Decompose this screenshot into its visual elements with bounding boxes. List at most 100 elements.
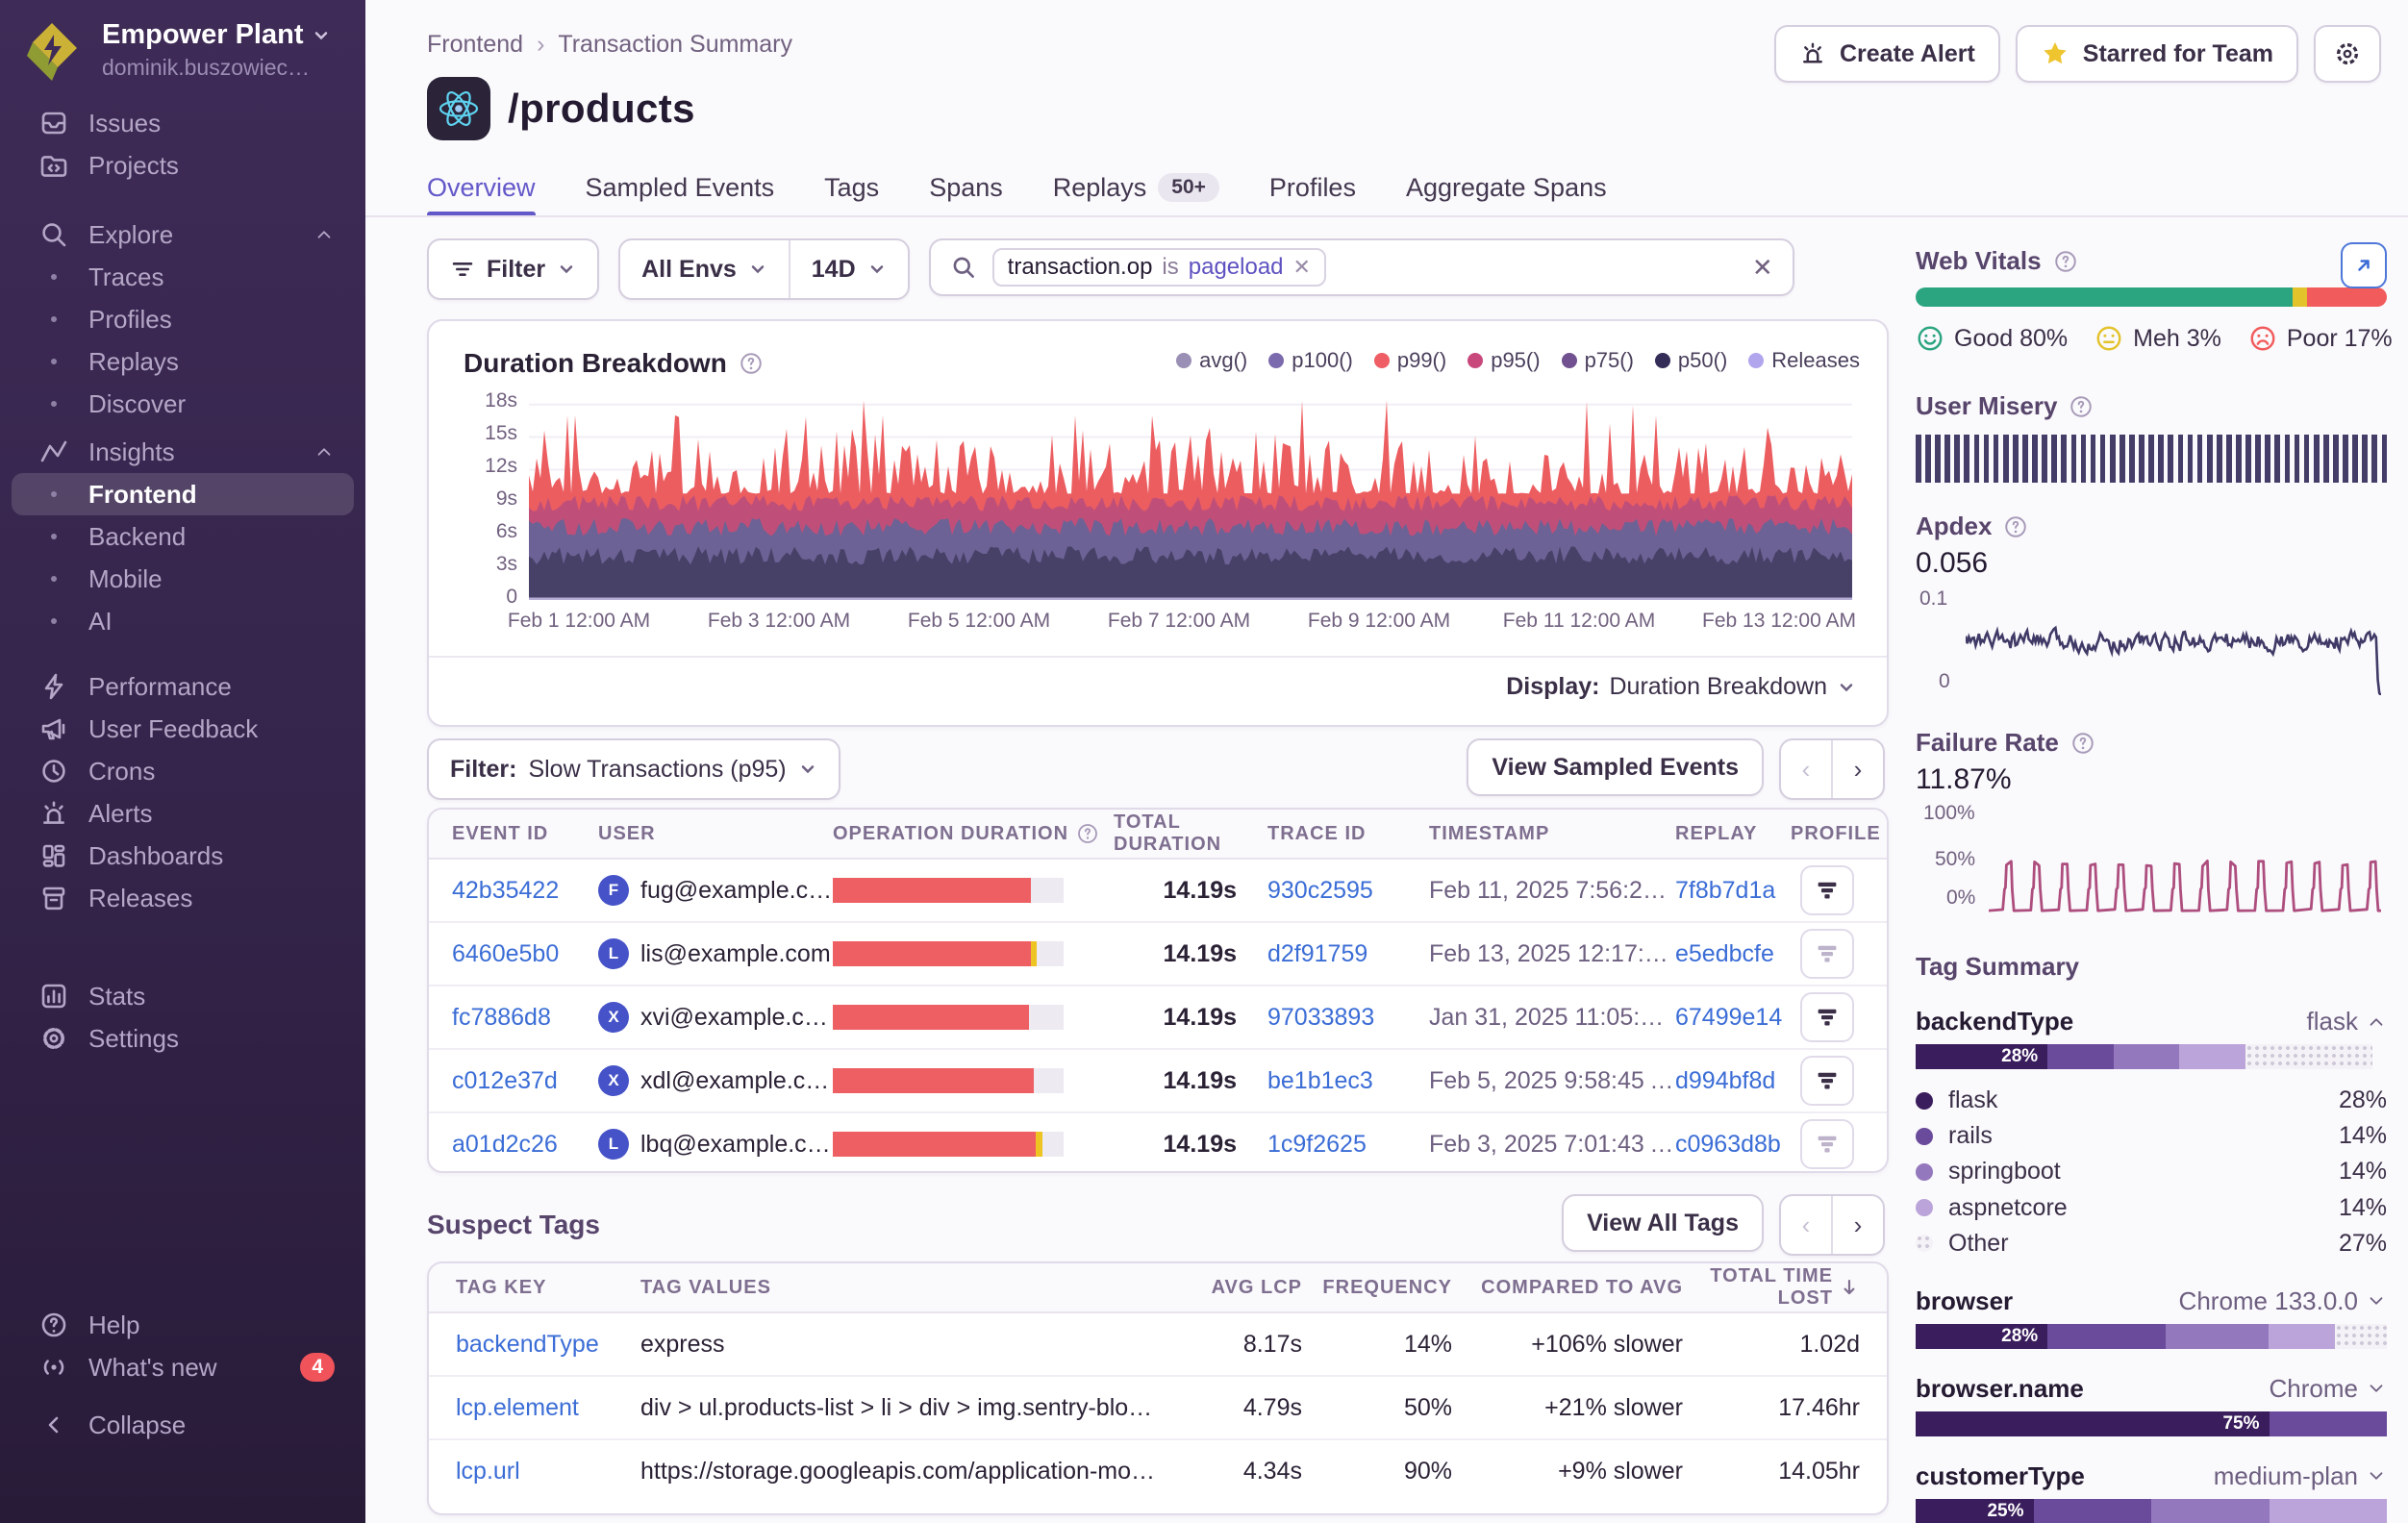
environment-selector[interactable]: All Envs: [620, 240, 789, 298]
help-circle-icon[interactable]: [2069, 394, 2094, 419]
token-remove-icon[interactable]: ✕: [1293, 255, 1311, 280]
profile-button[interactable]: [1800, 865, 1854, 915]
prev-page-button[interactable]: ‹: [1781, 740, 1831, 798]
next-page-button[interactable]: ›: [1831, 740, 1883, 798]
sort-total-time-lost[interactable]: TOTAL TIME LOST: [1683, 1265, 1860, 1310]
tab-overview[interactable]: Overview: [427, 162, 536, 213]
sidebar-item-projects[interactable]: Projects: [12, 144, 354, 187]
event-id-link[interactable]: c012e37d: [452, 1067, 598, 1095]
display-selector[interactable]: Display: Duration Breakdown: [1506, 673, 1856, 701]
profile-button[interactable]: [1800, 929, 1854, 979]
sidebar-item-mobile[interactable]: Mobile: [12, 558, 354, 600]
tab-tags[interactable]: Tags: [824, 162, 879, 213]
sidebar-item-explore[interactable]: Explore: [12, 213, 354, 256]
trace-id-link[interactable]: 1c9f2625: [1267, 1131, 1429, 1159]
tag-legend-row[interactable]: springboot14%: [1916, 1154, 2387, 1189]
help-circle-icon[interactable]: [2003, 514, 2028, 539]
replay-link[interactable]: c0963d8b: [1675, 1131, 1791, 1159]
open-web-vitals-button[interactable]: [2341, 242, 2387, 288]
event-id-link[interactable]: 6460e5b0: [452, 940, 598, 968]
tag-value-selector[interactable]: Chrome 133.0.0: [2179, 1286, 2387, 1316]
breadcrumb-frontend[interactable]: Frontend: [427, 31, 523, 59]
sidebar-item-what-s-new[interactable]: What's new4: [12, 1346, 354, 1388]
sidebar-item-collapse[interactable]: Collapse: [12, 1404, 354, 1446]
starred-for-team-button[interactable]: Starred for Team: [2016, 25, 2298, 83]
tag-key-link[interactable]: lcp.url: [456, 1458, 640, 1486]
legend-item-p75[interactable]: p75(): [1562, 348, 1634, 373]
tag-legend-row[interactable]: rails14%: [1916, 1118, 2387, 1154]
sidebar-item-settings[interactable]: Settings: [12, 1017, 354, 1060]
help-circle-icon[interactable]: [739, 351, 764, 376]
profile-button[interactable]: [1800, 1119, 1854, 1169]
replay-link[interactable]: d994bf8d: [1675, 1067, 1791, 1095]
sidebar-item-stats[interactable]: Stats: [12, 975, 354, 1017]
sidebar-item-user-feedback[interactable]: User Feedback: [12, 708, 354, 750]
sidebar-item-releases[interactable]: Releases: [12, 877, 354, 919]
legend-item-p50[interactable]: p50(): [1655, 348, 1727, 373]
trace-id-link[interactable]: 97033893: [1267, 1004, 1429, 1032]
tab-sampled-events[interactable]: Sampled Events: [586, 162, 775, 213]
legend-item-releases[interactable]: Releases: [1748, 348, 1860, 373]
sidebar-item-profiles[interactable]: Profiles: [12, 298, 354, 340]
tag-distribution-bar[interactable]: 25%: [1916, 1499, 2387, 1523]
legend-item-p100[interactable]: p100(): [1268, 348, 1353, 373]
org-switcher[interactable]: Empower Plant dominik.buszowiec…: [19, 19, 350, 85]
search-token[interactable]: transaction.op is pageload ✕: [992, 248, 1326, 287]
tag-legend-row[interactable]: aspnetcore14%: [1916, 1190, 2387, 1226]
search-input[interactable]: transaction.op is pageload ✕ ✕: [929, 238, 1794, 296]
help-circle-icon[interactable]: [2053, 249, 2078, 274]
settings-gear-button[interactable]: [2314, 25, 2381, 83]
sidebar-item-traces[interactable]: Traces: [12, 256, 354, 298]
legend-item-p99[interactable]: p99(): [1374, 348, 1446, 373]
trace-id-link[interactable]: be1b1ec3: [1267, 1067, 1429, 1095]
tag-value-selector[interactable]: flask: [2307, 1007, 2387, 1036]
replay-link[interactable]: e5edbcfe: [1675, 940, 1791, 968]
sidebar-item-frontend[interactable]: Frontend: [12, 473, 354, 515]
help-circle-icon[interactable]: [1076, 822, 1099, 845]
view-all-tags-button[interactable]: View All Tags: [1562, 1194, 1764, 1252]
filter-dropdown[interactable]: Filter: [427, 238, 599, 300]
sidebar-item-ai[interactable]: AI: [12, 600, 354, 642]
sidebar-item-performance[interactable]: Performance: [12, 665, 354, 708]
prev-page-button[interactable]: ‹: [1781, 1196, 1831, 1254]
view-sampled-events-button[interactable]: View Sampled Events: [1467, 738, 1764, 796]
tab-aggregate-spans[interactable]: Aggregate Spans: [1406, 162, 1607, 213]
legend-item-avg[interactable]: avg(): [1176, 348, 1247, 373]
legend-item-p95[interactable]: p95(): [1467, 348, 1540, 373]
sidebar-item-backend[interactable]: Backend: [12, 515, 354, 558]
tab-spans[interactable]: Spans: [929, 162, 1003, 213]
sidebar-item-alerts[interactable]: Alerts: [12, 792, 354, 835]
sidebar-item-issues[interactable]: Issues: [12, 102, 354, 144]
tag-value-selector[interactable]: medium-plan: [2214, 1461, 2387, 1491]
tag-distribution-bar[interactable]: 75%: [1916, 1411, 2387, 1436]
tag-value-selector[interactable]: Chrome: [2270, 1374, 2387, 1404]
date-range-selector[interactable]: 14D: [790, 240, 908, 298]
tag-legend-row[interactable]: Other27%: [1916, 1226, 2387, 1261]
sidebar-item-discover[interactable]: Discover: [12, 383, 354, 425]
tag-key-link[interactable]: lcp.element: [456, 1394, 640, 1422]
next-page-button[interactable]: ›: [1831, 1196, 1883, 1254]
sidebar-item-replays[interactable]: Replays: [12, 340, 354, 383]
trace-id-link[interactable]: 930c2595: [1267, 877, 1429, 905]
profile-button[interactable]: [1800, 992, 1854, 1042]
replay-link[interactable]: 67499e14: [1675, 1004, 1791, 1032]
tab-profiles[interactable]: Profiles: [1269, 162, 1356, 213]
sidebar-item-help[interactable]: Help: [12, 1304, 354, 1346]
profile-button[interactable]: [1800, 1056, 1854, 1106]
event-id-link[interactable]: 42b35422: [452, 877, 598, 905]
create-alert-button[interactable]: Create Alert: [1774, 25, 2000, 83]
sidebar-item-dashboards[interactable]: Dashboards: [12, 835, 354, 877]
tag-key-link[interactable]: backendType: [456, 1331, 640, 1359]
event-id-link[interactable]: a01d2c26: [452, 1131, 598, 1159]
help-circle-icon[interactable]: [2070, 731, 2095, 756]
trace-id-link[interactable]: d2f91759: [1267, 940, 1429, 968]
replay-link[interactable]: 7f8b7d1a: [1675, 877, 1791, 905]
tag-distribution-bar[interactable]: 28%: [1916, 1324, 2387, 1349]
duration-breakdown-chart[interactable]: [529, 398, 1852, 600]
tag-distribution-bar[interactable]: 28%: [1916, 1044, 2387, 1069]
sidebar-item-insights[interactable]: Insights: [12, 431, 354, 473]
search-clear-icon[interactable]: ✕: [1752, 253, 1773, 283]
tag-legend-row[interactable]: flask28%: [1916, 1083, 2387, 1118]
sidebar-item-crons[interactable]: Crons: [12, 750, 354, 792]
event-id-link[interactable]: fc7886d8: [452, 1004, 598, 1032]
